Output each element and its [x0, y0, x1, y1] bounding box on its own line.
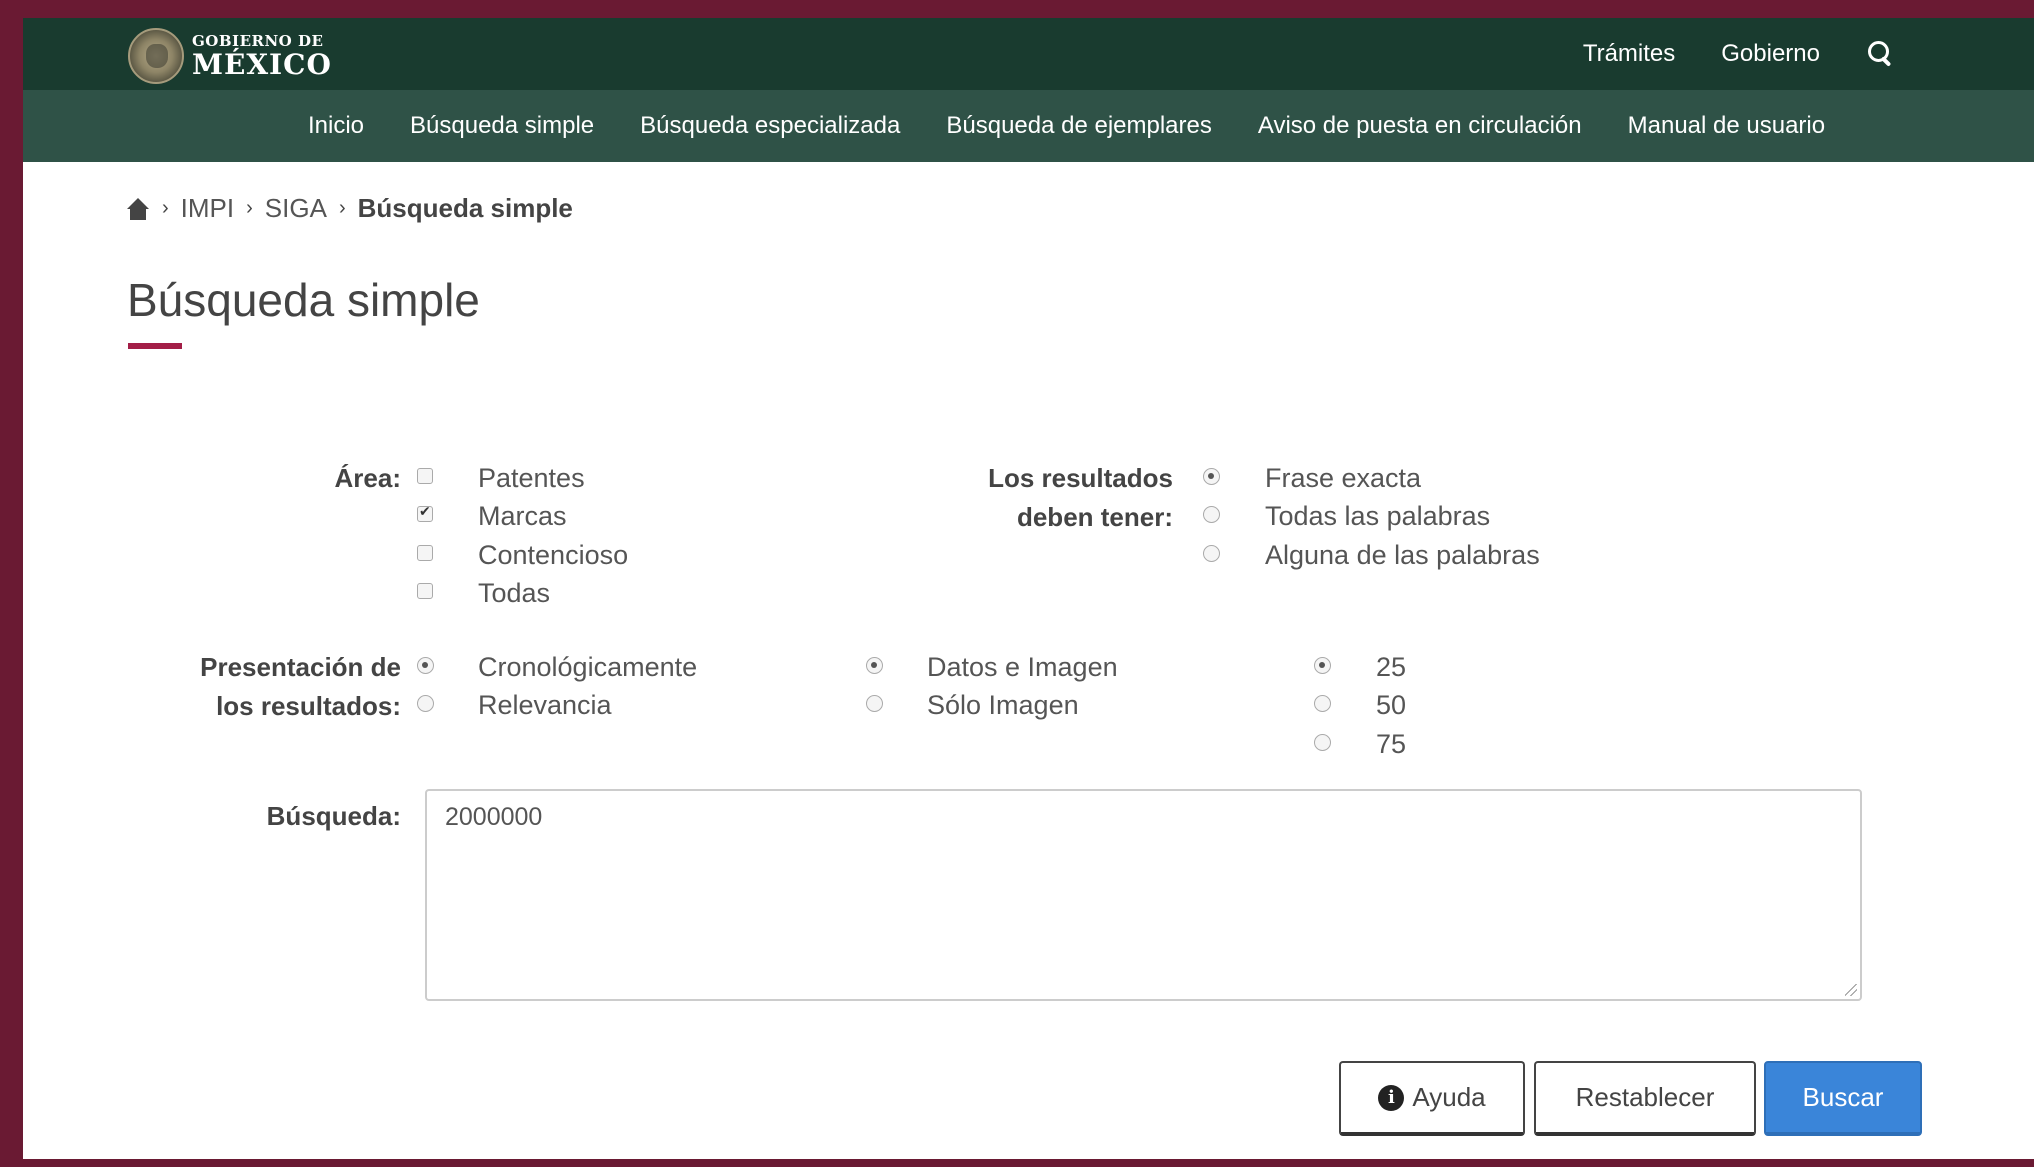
top-nav: Trámites Gobierno — [1583, 18, 1894, 90]
area-option-todas: Todas — [478, 578, 551, 608]
subnav-item-inicio[interactable]: Inicio — [308, 112, 364, 140]
subnav-item-aviso-circulacion[interactable]: Aviso de puesta en circulación — [1258, 112, 1582, 140]
title-underline — [128, 343, 182, 349]
radio-relevancia[interactable] — [417, 695, 434, 712]
subnav-item-busqueda-ejemplares[interactable]: Búsqueda de ejemplares — [946, 112, 1212, 140]
section-nav: Inicio Búsqueda simple Búsqueda especial… — [23, 90, 2034, 162]
search-icon[interactable] — [1866, 40, 1894, 68]
help-button-label: Ayuda — [1412, 1082, 1486, 1112]
area-label: Área: — [334, 463, 401, 493]
area-option-marcas: Marcas — [478, 501, 567, 531]
gobierno-mexico-logo[interactable]: GOBIERNO DE MÉXICO — [128, 28, 332, 84]
option-per-page-25: 25 — [1376, 652, 1407, 682]
nav-link-gobierno[interactable]: Gobierno — [1721, 40, 1820, 68]
subnav-item-busqueda-simple[interactable]: Búsqueda simple — [410, 112, 594, 140]
radio-alguna-palabras[interactable] — [1203, 545, 1220, 562]
radio-per-page-50[interactable] — [1314, 695, 1331, 712]
option-todas-palabras: Todas las palabras — [1265, 501, 1491, 531]
area-option-contencioso: Contencioso — [478, 540, 629, 570]
radio-cronologicamente[interactable] — [417, 657, 434, 674]
chevron-right-icon: › — [246, 197, 253, 219]
presentation-label-line1: Presentación de — [200, 652, 401, 682]
search-button-label: Buscar — [1802, 1082, 1884, 1112]
radio-per-page-75[interactable] — [1314, 734, 1331, 751]
radio-solo-imagen[interactable] — [866, 695, 883, 712]
radio-per-page-25[interactable] — [1314, 657, 1331, 674]
option-per-page-75: 75 — [1376, 729, 1407, 759]
presentation-label-line2: los resultados: — [216, 691, 401, 721]
subnav-item-manual-usuario[interactable]: Manual de usuario — [1628, 112, 1825, 140]
area-option-patentes: Patentes — [478, 463, 585, 493]
breadcrumb-item-siga[interactable]: SIGA — [265, 193, 327, 224]
page: GOBIERNO DE MÉXICO Trámites Gobierno Ini… — [23, 18, 2034, 1159]
radio-todas-palabras[interactable] — [1203, 506, 1220, 523]
breadcrumb-item-impi[interactable]: IMPI — [181, 193, 234, 224]
search-value: 2000000 — [445, 803, 543, 831]
option-solo-imagen: Sólo Imagen — [927, 690, 1079, 720]
chevron-right-icon: › — [338, 197, 346, 219]
option-frase-exacta: Frase exacta — [1265, 463, 1422, 493]
area-checkbox-todas[interactable] — [417, 583, 433, 599]
national-seal-icon — [128, 28, 184, 84]
logo-line1: GOBIERNO DE — [192, 31, 324, 50]
info-icon: i — [1378, 1084, 1405, 1111]
top-header: GOBIERNO DE MÉXICO Trámites Gobierno — [23, 18, 2034, 90]
page-title: Búsqueda simple — [127, 274, 480, 326]
radio-datos-imagen[interactable] — [866, 657, 883, 674]
home-icon[interactable] — [126, 197, 150, 220]
results-must-label-line1: Los resultados — [988, 463, 1173, 493]
area-checkbox-patentes[interactable] — [417, 468, 433, 484]
chevron-right-icon: › — [162, 197, 169, 219]
subnav-item-busqueda-especializada[interactable]: Búsqueda especializada — [640, 112, 900, 140]
resize-handle-icon[interactable] — [1845, 984, 1857, 996]
reset-button-label: Restablecer — [1575, 1082, 1715, 1112]
results-must-label-line2: deben tener: — [1016, 502, 1173, 532]
option-per-page-50: 50 — [1376, 690, 1407, 720]
option-relevancia: Relevancia — [478, 690, 612, 720]
logo-line2: MÉXICO — [192, 47, 332, 81]
option-cronologicamente: Cronológicamente — [478, 652, 698, 682]
breadcrumb: › IMPI › SIGA › Búsqueda simple — [126, 193, 573, 224]
nav-link-tramites[interactable]: Trámites — [1583, 40, 1675, 68]
search-button[interactable]: Buscar — [1764, 1061, 1922, 1136]
radio-frase-exacta[interactable] — [1203, 468, 1220, 485]
option-alguna-palabras: Alguna de las palabras — [1265, 540, 1540, 570]
breadcrumb-current: Búsqueda simple — [357, 193, 573, 223]
option-datos-imagen: Datos e Imagen — [927, 652, 1118, 682]
area-checkbox-marcas[interactable] — [417, 503, 433, 522]
area-checkbox-contencioso[interactable] — [417, 545, 433, 561]
reset-button[interactable]: Restablecer — [1534, 1061, 1756, 1136]
search-label: Búsqueda: — [266, 801, 401, 831]
search-textarea[interactable]: 2000000 — [425, 789, 1862, 1001]
help-button[interactable]: i Ayuda — [1339, 1061, 1525, 1136]
